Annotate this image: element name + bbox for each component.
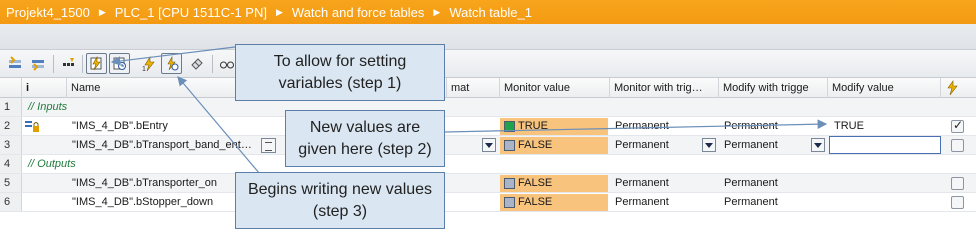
monitor-value: FALSE <box>500 137 608 154</box>
copy-icon[interactable] <box>186 53 207 74</box>
breadcrumb-plc[interactable]: PLC_1 [CPU 1511C-1 PN] <box>115 5 267 20</box>
table-row[interactable]: 1 // Inputs <box>0 98 976 117</box>
lightning-icon <box>947 80 958 96</box>
breadcrumb-separator-icon: ▶ <box>275 6 283 17</box>
monitor-trigger[interactable]: Permanent <box>611 136 701 154</box>
breadcrumb-watch-table[interactable]: Watch table_1 <box>449 5 532 20</box>
force-icon[interactable]: 1 <box>138 53 159 74</box>
editor-header-band <box>0 24 976 50</box>
header-monitor-with-trigger[interactable]: Monitor with trig… <box>610 78 719 98</box>
header-rownum <box>0 78 22 98</box>
monitor-trigger[interactable]: Permanent <box>611 193 701 211</box>
show-all-modify-icon[interactable] <box>58 53 79 74</box>
monitor-value: FALSE <box>500 175 608 192</box>
header-modify-with-trigger[interactable]: Modify with trigge <box>719 78 828 98</box>
list-icon[interactable] <box>261 138 276 153</box>
table-row[interactable]: 5 "IMS_4_DB".bTransporter_on FALSE Perma… <box>0 174 976 193</box>
insert-row-icon[interactable] <box>4 53 25 74</box>
row-number: 4 <box>0 155 22 173</box>
toolbar-separator <box>53 55 54 73</box>
modify-trigger[interactable]: Permanent <box>720 136 810 154</box>
monitor-trigger-dropdown-icon[interactable] <box>702 138 716 152</box>
table-row[interactable]: 6 "IMS_4_DB".bStopper_down FALSE Permane… <box>0 193 976 212</box>
add-row-icon[interactable] <box>27 53 48 74</box>
glasses-icon[interactable] <box>216 53 237 74</box>
table-row[interactable]: 2 "IMS_4_DB".bEntry TRUE Permanent Perma… <box>0 117 976 136</box>
modify-checkbox[interactable] <box>951 196 964 209</box>
toolbar: 1 <box>0 50 976 78</box>
callout-step2: New values are given here (step 2) <box>285 110 445 167</box>
table-row[interactable]: 4 // Outputs <box>0 155 976 174</box>
breadcrumb: Projekt4_1500 ▶ PLC_1 [CPU 1511C-1 PN] ▶… <box>0 0 976 24</box>
breadcrumb-watch-force-tables[interactable]: Watch and force tables <box>292 5 424 20</box>
variable-name[interactable]: "IMS_4_DB".bTransport_band_ent… <box>68 136 260 154</box>
group-comment: // Outputs <box>28 158 76 170</box>
modify-trigger[interactable]: Permanent <box>720 174 810 192</box>
row-number: 2 <box>0 117 22 135</box>
modify-value-input[interactable] <box>829 136 941 154</box>
table-row[interactable]: 3 "IMS_4_DB".bTransport_band_ent… FALSE … <box>0 136 976 155</box>
header-display-format[interactable]: mat <box>447 78 500 98</box>
modify-trigger[interactable]: Permanent <box>720 193 810 211</box>
breadcrumb-project[interactable]: Projekt4_1500 <box>6 5 90 20</box>
modify-trigger-dropdown-icon[interactable] <box>811 138 825 152</box>
monitor-value: TRUE <box>500 118 608 135</box>
header-info: i <box>22 78 67 98</box>
modify-with-trigger-icon[interactable] <box>161 53 182 74</box>
row-number: 6 <box>0 193 22 211</box>
header-modify-value[interactable]: Modify value <box>828 78 941 98</box>
callout-step1: To allow for setting variables (step 1) <box>235 44 445 101</box>
group-comment: // Inputs <box>28 101 68 113</box>
breadcrumb-separator-icon: ▶ <box>98 6 106 17</box>
svg-text:1: 1 <box>142 66 146 72</box>
breadcrumb-separator-icon: ▶ <box>433 6 441 17</box>
modify-trigger[interactable]: Permanent <box>720 117 810 135</box>
monitor-trigger[interactable]: Permanent <box>611 117 701 135</box>
row-number: 5 <box>0 174 22 192</box>
monitor-state-icon <box>504 121 515 132</box>
monitor-state-icon <box>504 178 515 189</box>
table-header: i Name mat Monitor value Monitor with tr… <box>0 78 976 98</box>
modify-now-icon[interactable] <box>86 53 107 74</box>
modify-checkbox[interactable] <box>951 118 964 133</box>
variable-lock-icon <box>25 121 39 132</box>
monitor-value: FALSE <box>500 194 608 211</box>
toolbar-separator <box>212 55 213 73</box>
monitor-state-icon <box>504 197 515 208</box>
modify-checkbox[interactable] <box>951 177 964 190</box>
monitor-trigger[interactable]: Permanent <box>611 174 701 192</box>
modify-checkbox[interactable] <box>951 139 964 152</box>
toolbar-separator <box>82 55 83 73</box>
modify-value[interactable]: TRUE <box>830 117 930 135</box>
format-dropdown-icon[interactable] <box>482 138 496 152</box>
modify-trigger-icon[interactable] <box>109 53 130 74</box>
header-monitor-value[interactable]: Monitor value <box>500 78 610 98</box>
row-number: 1 <box>0 98 22 116</box>
row-number: 3 <box>0 136 22 154</box>
variable-name[interactable]: "IMS_4_DB".bEntry <box>68 117 278 135</box>
header-modify-flag[interactable] <box>941 78 976 98</box>
monitor-state-icon <box>504 140 515 151</box>
callout-step3: Begins writing new values (step 3) <box>235 172 445 229</box>
